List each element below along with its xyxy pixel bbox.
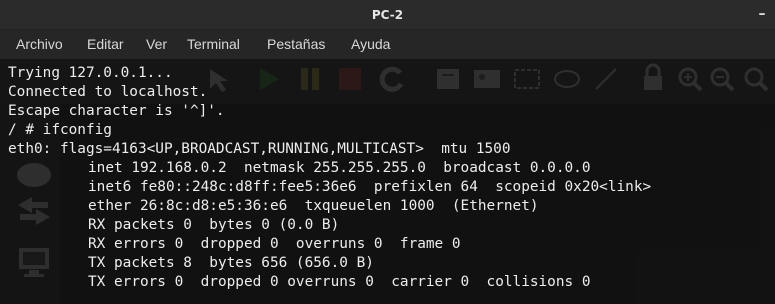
terminal-line: Connected to localhost.: [8, 84, 208, 100]
menu-ver[interactable]: Ver: [146, 36, 167, 52]
terminal-line: TX packets 8 bytes 656 (656.0 B): [88, 255, 374, 271]
menu-editar[interactable]: Editar: [87, 36, 124, 52]
menu-terminal[interactable]: Terminal: [187, 36, 240, 52]
menu-bar: Archivo Editar Ver Terminal Pestañas Ayu…: [0, 30, 775, 59]
terminal-line: / # ifconfig: [8, 122, 112, 138]
terminal-output[interactable]: Trying 127.0.0.1... Connected to localho…: [0, 59, 775, 304]
terminal-line: Trying 127.0.0.1...: [8, 65, 173, 81]
terminal-line: RX packets 0 bytes 0 (0.0 B): [88, 217, 340, 233]
title-bar[interactable]: PC-2 –: [0, 0, 775, 30]
terminal-window: PC-2 – Archivo Editar Ver Terminal Pesta…: [0, 0, 775, 304]
window-title: PC-2: [371, 8, 404, 22]
menu-pestanas[interactable]: Pestañas: [267, 36, 325, 52]
minimize-button[interactable]: –: [755, 6, 769, 22]
terminal-line: Escape character is '^]'.: [8, 103, 225, 119]
terminal-line: ether 26:8c:d8:e5:36:e6 txqueuelen 1000 …: [88, 198, 539, 214]
menu-ayuda[interactable]: Ayuda: [351, 36, 390, 52]
terminal-line: inet 192.168.0.2 netmask 255.255.255.0 b…: [88, 160, 591, 176]
terminal-line: TX errors 0 dropped 0 overruns 0 carrier…: [88, 274, 591, 290]
menu-archivo[interactable]: Archivo: [16, 36, 63, 52]
terminal-line: eth0: flags=4163<UP,BROADCAST,RUNNING,MU…: [8, 141, 511, 157]
terminal-line: inet6 fe80::248c:d8ff:fee5:36e6 prefixle…: [88, 179, 652, 195]
terminal-line: RX errors 0 dropped 0 overruns 0 frame 0: [88, 236, 461, 252]
